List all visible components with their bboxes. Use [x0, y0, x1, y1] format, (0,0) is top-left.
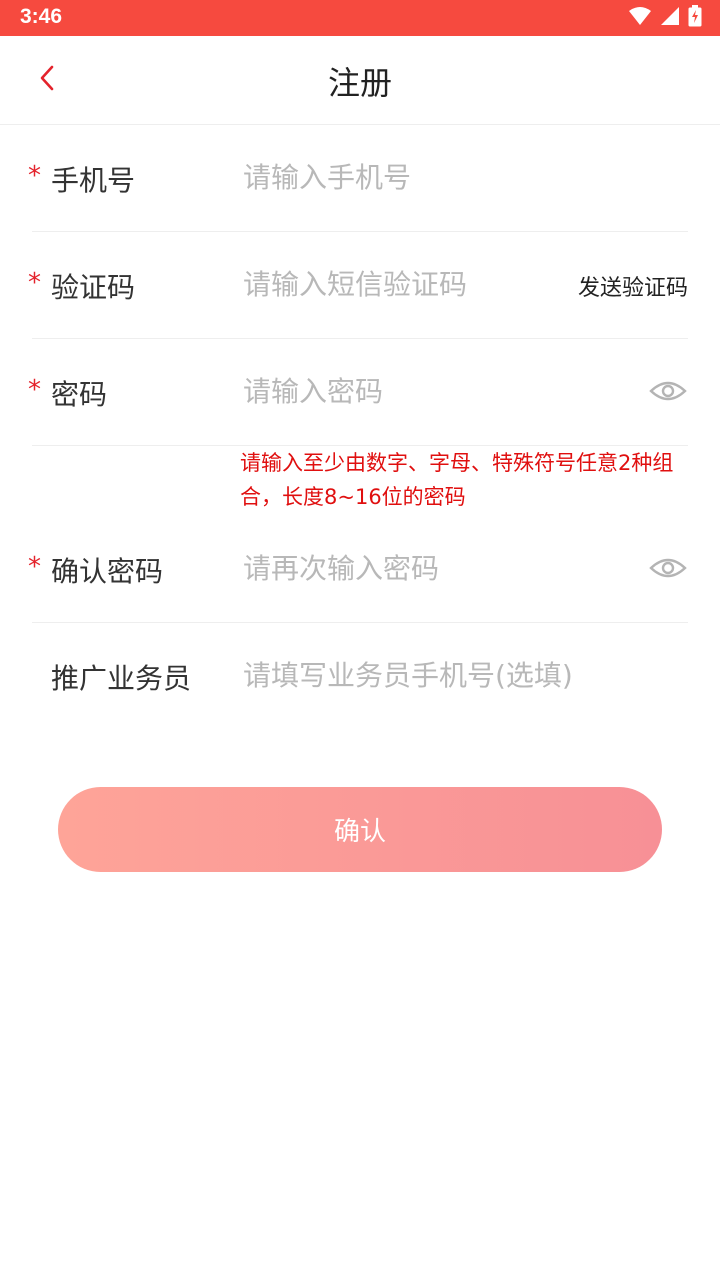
salesperson-row: 推广业务员	[32, 623, 688, 729]
password-hint: 请输入至少由数字、字母、特殊符号任意2种组合，长度8~16位的密码	[240, 451, 674, 509]
status-icons	[628, 5, 702, 31]
phone-input[interactable]	[243, 155, 683, 199]
eye-icon	[649, 377, 687, 409]
required-mark: *	[28, 268, 41, 298]
password-label: 密码	[51, 378, 108, 411]
confirm-password-row: * 确认密码	[28, 516, 688, 623]
code-input[interactable]	[243, 262, 563, 306]
nav-bar: 注册	[0, 36, 720, 125]
required-mark: *	[28, 161, 41, 191]
eye-icon	[649, 554, 687, 586]
confirm-password-input[interactable]	[243, 546, 563, 590]
code-row: * 验证码 发送验证码	[28, 232, 688, 339]
send-code-button[interactable]: 发送验证码	[578, 270, 688, 302]
password-row: * 密码	[28, 339, 688, 446]
page-title: 注册	[327, 64, 392, 102]
battery-icon	[688, 5, 702, 31]
signal-icon	[660, 6, 680, 30]
code-label: 验证码	[51, 271, 136, 304]
register-form: * 手机号 * 验证码 发送验证码 * 密码 * 确认密码	[0, 125, 720, 729]
confirm-button[interactable]: 确认	[58, 787, 662, 872]
password-input[interactable]	[243, 369, 563, 413]
password-visibility-toggle[interactable]	[648, 373, 688, 413]
wifi-icon	[628, 6, 652, 30]
required-mark: *	[28, 552, 41, 582]
phone-row: * 手机号	[28, 125, 688, 232]
required-mark: *	[28, 375, 41, 405]
confirm-password-label: 确认密码	[51, 555, 164, 588]
status-time: 3:46	[20, 5, 63, 28]
phone-label: 手机号	[51, 164, 136, 197]
status-bar: 3:46	[0, 0, 720, 36]
salesperson-input[interactable]	[243, 653, 683, 697]
salesperson-label: 推广业务员	[51, 662, 192, 695]
confirm-password-visibility-toggle[interactable]	[648, 550, 688, 590]
